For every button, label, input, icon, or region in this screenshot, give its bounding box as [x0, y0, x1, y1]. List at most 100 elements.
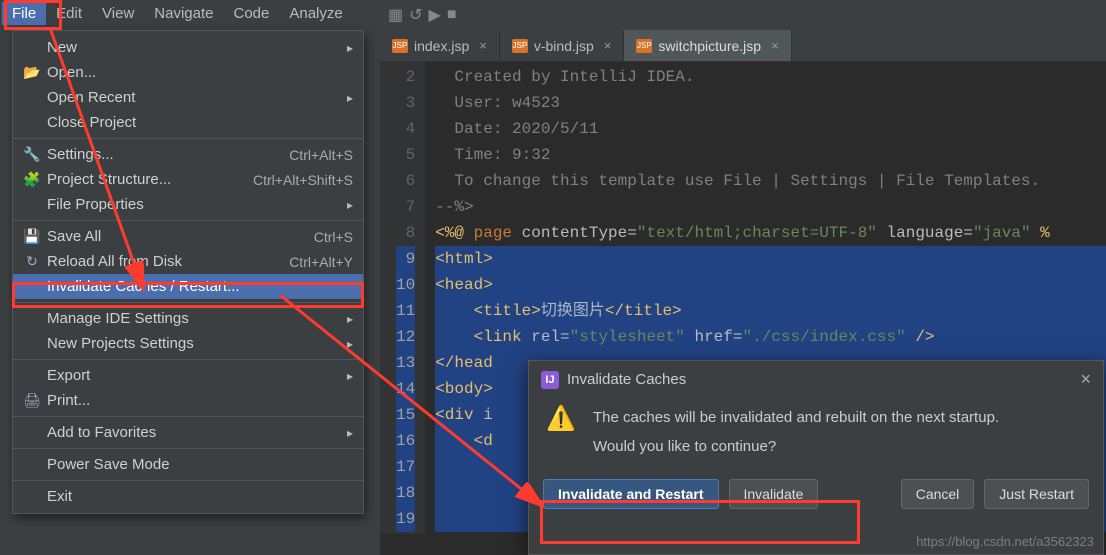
menu-item-icon: 🧩 [23, 171, 41, 188]
just-restart-button[interactable]: Just Restart [984, 479, 1089, 509]
tab-label: index.jsp [414, 38, 469, 54]
menu-item[interactable]: File Properties [13, 192, 363, 217]
menu-item-label: Invalidate Caches / Restart... [47, 278, 353, 295]
toolbar-icon[interactable]: ▦ [388, 5, 403, 25]
dialog-body: ⚠️ The caches will be invalidated and re… [529, 398, 1103, 465]
menu-item[interactable]: Add to Favorites [13, 420, 363, 445]
menu-label: Analyze [289, 5, 342, 22]
editor-tab[interactable]: JSPv-bind.jsp× [500, 30, 625, 61]
menu-item[interactable]: Close Project [13, 110, 363, 135]
menu-item[interactable]: Open Recent [13, 85, 363, 110]
menu-item-shortcut: Ctrl+Alt+Y [289, 254, 353, 270]
tab-label: switchpicture.jsp [658, 38, 761, 54]
menu-item-label: Open... [47, 64, 353, 81]
toolbar-icon[interactable]: ■ [447, 6, 457, 24]
menu-item[interactable]: ↻Reload All from DiskCtrl+Alt+Y [13, 249, 363, 274]
cancel-button[interactable]: Cancel [901, 479, 975, 509]
menu-label: Edit [56, 5, 82, 22]
dialog-buttons: Invalidate and Restart Invalidate Cancel… [529, 465, 1103, 519]
code-line: Created by IntelliJ IDEA. [435, 64, 1106, 90]
toolbar-icon[interactable]: ▶ [429, 5, 441, 25]
menu-label: Navigate [154, 5, 213, 22]
line-number: 13 [396, 350, 415, 376]
menu-item-label: New [47, 39, 353, 56]
line-number: 18 [396, 480, 415, 506]
code-line: Date: 2020/5/11 [435, 116, 1106, 142]
file-menu-dropdown: New 📂Open... Open Recent Close Project 🔧Sett… [12, 30, 364, 514]
code-line: User: w4523 [435, 90, 1106, 116]
line-number: 10 [396, 272, 415, 298]
menu-item-label: New Projects Settings [47, 335, 353, 352]
main-toolbar: ▦ ↺ ▶ ■ [380, 0, 1106, 30]
invalidate-dialog: IJ Invalidate Caches × ⚠️ The caches wil… [528, 360, 1104, 555]
menu-item[interactable]: New [13, 35, 363, 60]
menu-item-label: Manage IDE Settings [47, 310, 353, 327]
close-tab-icon[interactable]: × [479, 38, 487, 53]
menu-label: Code [233, 5, 269, 22]
menu-item[interactable]: Power Save Mode [13, 452, 363, 477]
menu-item[interactable]: 📂Open... [13, 60, 363, 85]
line-number: 11 [396, 298, 415, 324]
line-number: 14 [396, 376, 415, 402]
menu-item[interactable]: Manage IDE Settings [13, 306, 363, 331]
line-number: 15 [396, 402, 415, 428]
gutter: 2345678910111213141516171819 [380, 62, 425, 534]
line-number: 2 [396, 64, 415, 90]
line-number: 19 [396, 506, 415, 532]
menu-file[interactable]: File [2, 2, 46, 25]
menu-item-icon: 💾 [23, 228, 41, 245]
menu-item-label: File Properties [47, 196, 353, 213]
close-tab-icon[interactable]: × [771, 38, 779, 53]
editor-tab[interactable]: JSPswitchpicture.jsp× [624, 30, 791, 61]
menu-item-label: Add to Favorites [47, 424, 353, 441]
editor-tabs: JSPindex.jsp×JSPv-bind.jsp×JSPswitchpict… [380, 30, 1106, 62]
line-number: 5 [396, 142, 415, 168]
menu-item-label: Open Recent [47, 89, 353, 106]
menu-item[interactable]: New Projects Settings [13, 331, 363, 356]
line-number: 17 [396, 454, 415, 480]
line-number: 8 [396, 220, 415, 246]
menu-code[interactable]: Code [223, 2, 279, 25]
menu-item[interactable]: 🔧Settings...Ctrl+Alt+S [13, 142, 363, 167]
menu-view[interactable]: View [92, 2, 144, 25]
menu-item-icon: 🖨 [23, 392, 41, 409]
close-icon[interactable]: × [1080, 369, 1091, 390]
dialog-titlebar: IJ Invalidate Caches × [529, 361, 1103, 398]
code-line: --%> [435, 194, 1106, 220]
menu-item-label: Save All [47, 228, 314, 245]
dialog-message: The caches will be invalidated and rebui… [593, 404, 999, 461]
menu-navigate[interactable]: Navigate [144, 2, 223, 25]
line-number: 16 [396, 428, 415, 454]
tab-label: v-bind.jsp [534, 38, 594, 54]
menu-item-label: Power Save Mode [47, 456, 353, 473]
menu-item[interactable]: Invalidate Caches / Restart... [13, 274, 363, 299]
menu-item[interactable]: 🧩Project Structure...Ctrl+Alt+Shift+S [13, 167, 363, 192]
menu-item[interactable]: Export [13, 363, 363, 388]
code-line: <link rel="stylesheet" href="./css/index… [435, 324, 1106, 350]
menu-item[interactable]: 💾Save AllCtrl+S [13, 224, 363, 249]
invalidate-restart-button[interactable]: Invalidate and Restart [543, 479, 719, 509]
toolbar-icon[interactable]: ↺ [409, 5, 422, 25]
menu-item-icon: 🔧 [23, 146, 41, 163]
editor-tab[interactable]: JSPindex.jsp× [380, 30, 500, 61]
line-number: 3 [396, 90, 415, 116]
close-tab-icon[interactable]: × [604, 38, 612, 53]
line-number: 4 [396, 116, 415, 142]
menu-item-shortcut: Ctrl+Alt+Shift+S [253, 172, 353, 188]
menu-analyze[interactable]: Analyze [279, 2, 352, 25]
warning-icon: ⚠️ [547, 404, 575, 432]
dialog-msg-line: Would you like to continue? [593, 433, 999, 462]
watermark: https://blog.csdn.net/a3562323 [916, 534, 1094, 549]
line-number: 6 [396, 168, 415, 194]
code-line: Time: 9:32 [435, 142, 1106, 168]
dialog-msg-line: The caches will be invalidated and rebui… [593, 404, 999, 433]
menu-item-icon: ↻ [23, 253, 41, 270]
invalidate-button[interactable]: Invalidate [729, 479, 819, 509]
menu-item[interactable]: Exit [13, 484, 363, 509]
menu-edit[interactable]: Edit [46, 2, 92, 25]
menu-label: View [102, 5, 134, 22]
menu-item[interactable]: 🖨Print... [13, 388, 363, 413]
menu-item-shortcut: Ctrl+Alt+S [289, 147, 353, 163]
menu-item-label: Close Project [47, 114, 353, 131]
code-line: <html> [435, 246, 1106, 272]
